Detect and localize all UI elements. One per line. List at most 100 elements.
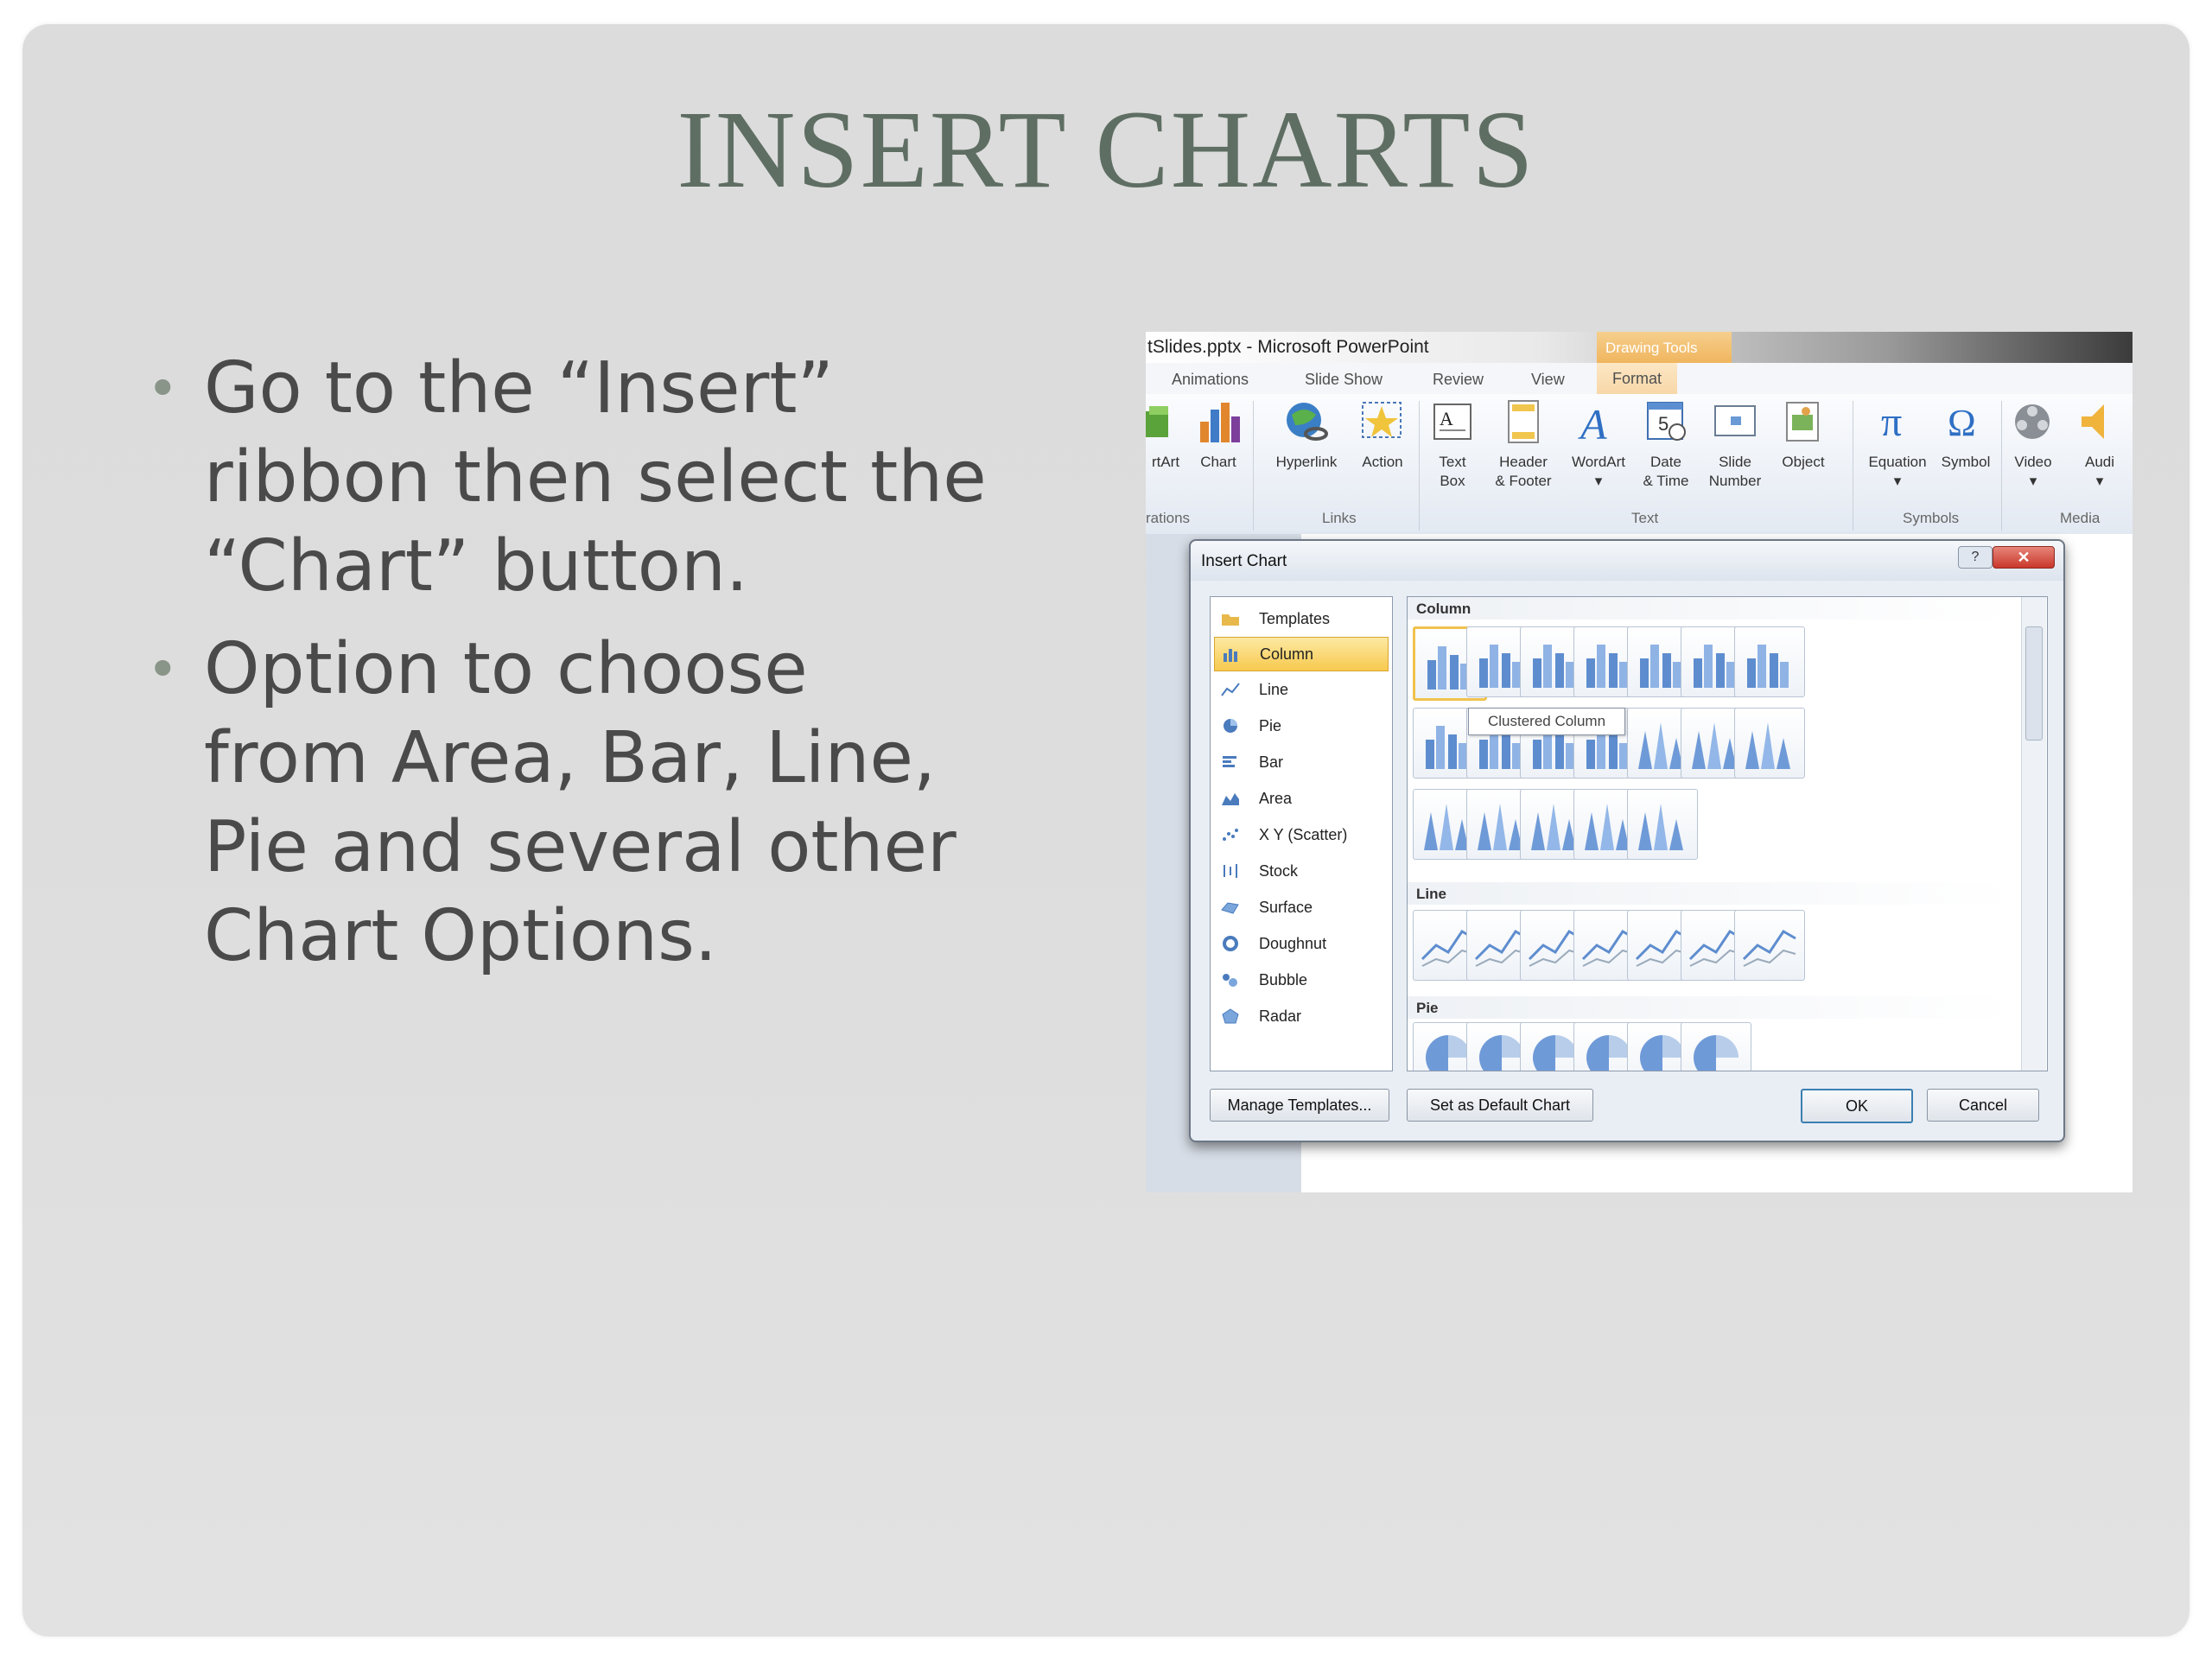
audio-label: Audi ▾ [2084,454,2115,489]
hyperlink-button[interactable]: Hyperlink [1265,399,1348,472]
group-label-text: Text [1631,510,1659,526]
tab-format[interactable]: Format [1597,363,1678,394]
cancel-button[interactable]: Cancel [1927,1089,2039,1122]
category-line[interactable]: Line [1214,673,1387,706]
group-separator [1253,401,1254,531]
category-label: Radar [1259,1007,1302,1025]
line-thumbnail-icon [1742,930,1796,967]
surface-chart-icon [1221,902,1239,914]
bullet-dot-icon: • [147,638,179,701]
tab-view[interactable]: View [1531,371,1565,389]
group-separator [1419,401,1420,531]
category-templates[interactable]: Templates [1214,602,1387,635]
area-chart-icon [1222,793,1239,805]
hyperlink-icon [1287,403,1328,441]
section-label: Column [1416,601,1471,617]
doughnut-chart-icon [1223,936,1238,951]
textbox-button[interactable]: A Text Box [1422,399,1483,491]
audio-button[interactable]: Audi ▾ [2067,399,2133,491]
slide-number-button[interactable]: Slide Number [1699,399,1771,491]
category-label: Stock [1259,862,1299,880]
tab-review[interactable]: Review [1433,371,1484,389]
object-button[interactable]: Object [1771,399,1835,472]
category-label: Bar [1259,753,1284,771]
gallery-scrollbar[interactable] [2021,597,2046,1071]
category-label: Line [1259,681,1289,698]
wordart-icon: A [1578,400,1607,448]
manage-templates-button[interactable]: Manage Templates... [1210,1089,1389,1122]
section-header-pie: Pie [1408,996,2012,1019]
ok-button[interactable]: OK [1801,1089,1913,1123]
dialog-titlebar: Insert Chart ? ✕ [1191,541,2063,581]
chart-type-gallery: Column Line Pie Clustered Column [1407,596,2048,1071]
section-header-line: Line [1408,882,2012,905]
line-chart-thumbnail[interactable] [1734,910,1805,981]
cone-thumbnail-icon [1745,722,1790,769]
video-label: Video ▾ [2014,454,2052,489]
category-surface[interactable]: Surface [1214,891,1387,924]
object-icon [1786,402,1819,442]
window-title: tSlides.pptx - Microsoft PowerPoint [1147,337,1429,357]
chart-button[interactable]: Chart [1191,399,1246,472]
cone-chart-thumbnail[interactable] [1627,789,1698,860]
category-column[interactable]: Column [1214,637,1389,671]
pie-thumbnail-icon [1694,1035,1738,1071]
group-label-symbols: Symbols [1903,510,1960,526]
video-button[interactable]: Video ▾ [2005,399,2062,491]
dialog-title: Insert Chart [1201,552,1287,570]
group-label-media: Media [2060,510,2101,526]
bullet-text: Go to the “Insert” ribbon then select th… [204,347,987,607]
slide-number-label: Slide Number [1708,454,1762,489]
header-footer-button[interactable]: Header & Footer [1484,399,1562,491]
pie-chart-thumbnail[interactable] [1681,1022,1751,1071]
folder-icon [1222,614,1239,626]
category-pie[interactable]: Pie [1214,709,1387,742]
category-label: Column [1260,645,1314,663]
object-label: Object [1782,454,1825,470]
group-label: rations [1146,510,1191,526]
category-label: Doughnut [1259,935,1327,952]
category-area[interactable]: Area [1214,782,1387,815]
category-bar[interactable]: Bar [1214,746,1387,779]
audio-icon [2082,404,2104,439]
textbox-icon: A [1433,404,1471,440]
tab-animations[interactable]: Animations [1172,371,1249,389]
chart-category-list: Templates Column Line Pie Bar Area X Y (… [1210,596,1393,1071]
svg-text:A: A [1440,408,1453,429]
bubble-chart-icon [1223,974,1237,987]
category-stock[interactable]: Stock [1214,855,1387,887]
cone-chart-thumbnail[interactable] [1734,708,1805,779]
category-bubble[interactable]: Bubble [1214,963,1387,996]
svg-text:A: A [1578,400,1607,444]
date-time-icon: 5 [1647,402,1686,441]
group-label-links: Links [1322,510,1357,526]
wordart-button[interactable]: A WordArt ▾ [1564,399,1633,491]
smartart-button[interactable]: rtArt [1146,399,1185,472]
close-button[interactable]: ✕ [1993,546,2055,569]
equation-button[interactable]: π Equation ▾ [1858,399,1937,491]
action-label: Action [1362,454,1403,470]
help-button[interactable]: ? [1958,546,1993,569]
date-time-button[interactable]: 5 Date & Time [1635,399,1697,491]
column-chart-thumbnail[interactable] [1734,626,1805,697]
line-chart-icon [1221,683,1240,696]
set-default-chart-button[interactable]: Set as Default Chart [1407,1089,1593,1122]
tab-slide-show[interactable]: Slide Show [1305,371,1382,389]
svg-text:Ω: Ω [1948,402,1976,444]
action-button[interactable]: Action [1350,399,1415,472]
symbol-button[interactable]: Ω Symbol [1936,399,1996,472]
category-label: X Y (Scatter) [1259,826,1348,843]
category-label: Templates [1259,610,1331,627]
scatter-chart-icon [1223,829,1238,841]
column-chart-icon [1224,649,1237,662]
scrollbar-thumb[interactable] [2025,626,2043,741]
category-label: Surface [1259,899,1313,916]
category-doughnut[interactable]: Doughnut [1214,927,1387,960]
smartart-label: rtArt [1151,454,1180,470]
category-radar[interactable]: Radar [1214,1000,1387,1033]
category-xy-scatter[interactable]: X Y (Scatter) [1214,818,1387,851]
category-label: Bubble [1259,971,1308,988]
textbox-label: Text Box [1439,454,1466,489]
hyperlink-label: Hyperlink [1275,454,1338,470]
powerpoint-screenshot: tSlides.pptx - Microsoft PowerPoint Draw… [1146,332,2133,1192]
